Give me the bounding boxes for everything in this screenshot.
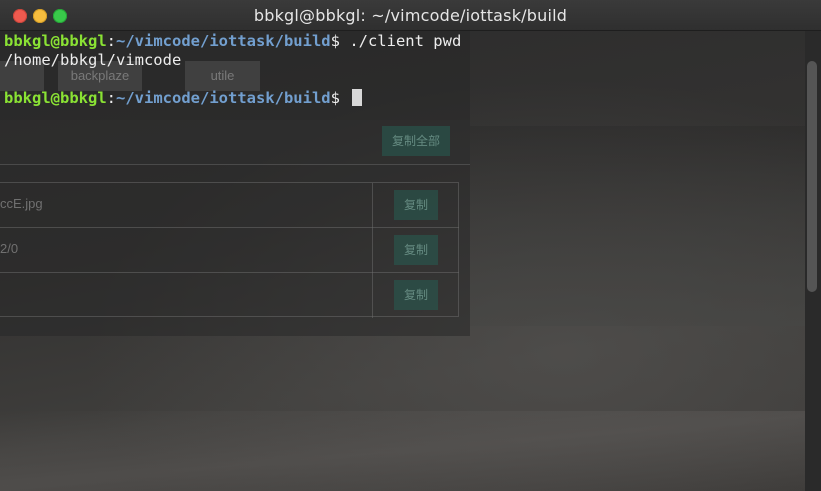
prompt-path: ~/vimcode/iottask/build xyxy=(116,32,331,50)
background-shine xyxy=(0,411,805,491)
prompt-line: bbkgl@bbkgl:~/vimcode/iottask/build$ xyxy=(4,89,461,108)
ghost-toolbar: 复制全部 xyxy=(0,120,470,165)
prompt-symbol: $ xyxy=(330,89,340,107)
ghost-table: ccE.jpg 复制 2/0 复制 复制 xyxy=(0,182,459,318)
prompt-user: bbkgl@bbkgl xyxy=(4,32,107,50)
ghost-copy-button: 复制 xyxy=(394,235,438,265)
ghost-row: ccE.jpg 复制 xyxy=(0,183,459,228)
ghost-row: 2/0 复制 xyxy=(0,228,459,273)
terminal-area[interactable]: backplaze utile 复制全部 ccE.jpg 复制 2/0 复制 复… xyxy=(0,31,805,491)
text-cursor xyxy=(352,89,363,106)
ghost-copy-button: 复制 xyxy=(394,190,438,220)
vertical-scrollbar[interactable] xyxy=(805,31,821,491)
ghost-cell-text: ccE.jpg xyxy=(0,196,43,211)
prompt-user: bbkgl@bbkgl xyxy=(4,89,107,107)
prompt-separator: : xyxy=(106,89,116,107)
ghost-row: 复制 xyxy=(0,273,459,318)
ghost-copy-all-button: 复制全部 xyxy=(382,126,450,156)
command-text: ./client pwd xyxy=(339,32,462,50)
terminal-output[interactable]: bbkgl@bbkgl:~/vimcode/iottask/build$ ./c… xyxy=(4,31,461,108)
window-title: bbkgl@bbkgl: ~/vimcode/iottask/build xyxy=(253,6,568,25)
scrollbar-thumb[interactable] xyxy=(807,61,817,292)
prompt-separator: : xyxy=(106,32,116,50)
prompt-line: bbkgl@bbkgl:~/vimcode/iottask/build$ ./c… xyxy=(4,32,461,51)
output-text: /home/bbkgl/vimcode xyxy=(4,51,182,69)
output-line: /home/bbkgl/vimcode xyxy=(4,51,461,70)
prompt-symbol: $ xyxy=(330,32,340,50)
background-desk xyxy=(470,126,805,326)
prompt-path: ~/vimcode/iottask/build xyxy=(116,89,331,107)
ghost-copy-button: 复制 xyxy=(394,280,438,310)
window-titlebar[interactable]: bbkgl@bbkgl: ~/vimcode/iottask/build xyxy=(0,0,821,31)
command-text xyxy=(340,89,349,107)
ghost-cell-text: 2/0 xyxy=(0,241,19,256)
